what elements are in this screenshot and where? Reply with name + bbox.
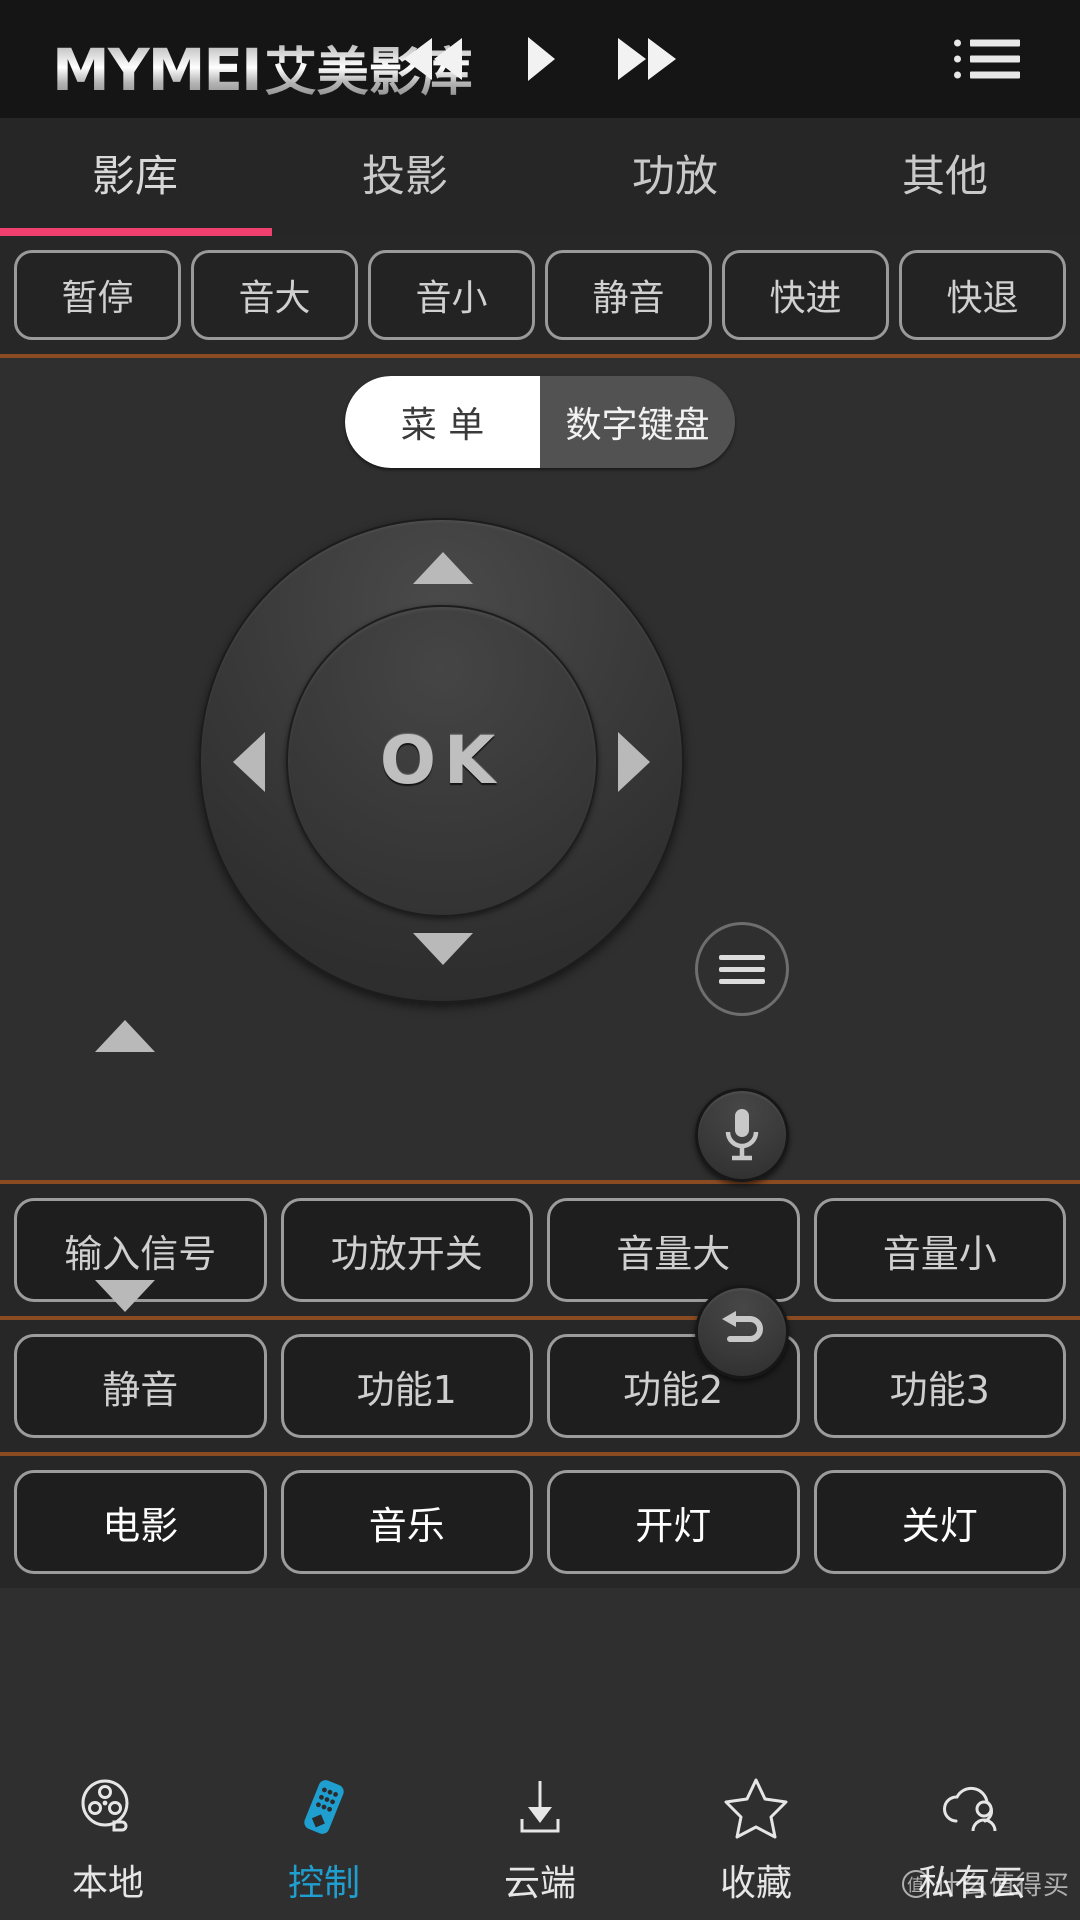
tab-bar: 影库 投影 功放 其他 — [0, 118, 1080, 236]
arrow-left-icon[interactable] — [233, 732, 265, 792]
button-lights-off[interactable]: 关灯 — [813, 1470, 1066, 1574]
nav-item-control[interactable]: 控制 — [216, 1772, 432, 1906]
hamburger-menu-icon[interactable] — [695, 922, 789, 1016]
watermark: 值 什么值得买 — [901, 1865, 1070, 1902]
star-icon — [721, 1772, 791, 1842]
app-root: MYMEI 艾美影库 影库 投影 功放 其他 暂停 音大 音小 静音 快进 快退… — [0, 0, 1080, 1920]
arrow-down-icon[interactable] — [413, 933, 473, 965]
app-header: MYMEI 艾美影库 — [0, 0, 1080, 118]
dpad-area: OK — [0, 490, 1080, 1379]
button-volume-up[interactable]: 音大 — [191, 250, 358, 340]
tab-touying[interactable]: 投影 — [270, 118, 540, 236]
tab-qita[interactable]: 其他 — [810, 118, 1080, 236]
ok-button[interactable]: OK — [285, 604, 598, 917]
amp-control-row-1: 输入信号 功放开关 音量大 音量小 — [0, 1184, 1080, 1316]
button-function-1[interactable]: 功能1 — [280, 1334, 533, 1438]
ok-button-label: OK — [379, 722, 504, 799]
menu-bar — [970, 55, 1020, 63]
amp-control-row-2: 静音 功能1 功能2 功能3 — [0, 1320, 1080, 1452]
transport-controls — [400, 34, 680, 84]
dpad-wheel: OK — [199, 518, 684, 1003]
film-reel-icon — [73, 1772, 143, 1842]
menu-dot — [954, 71, 961, 79]
hamburger-lines — [719, 948, 765, 991]
play-icon[interactable] — [522, 34, 558, 84]
list-menu-icon[interactable] — [954, 31, 1020, 88]
mode-toggle: 菜 单 数字键盘 — [345, 376, 735, 468]
button-function-3[interactable]: 功能3 — [813, 1334, 1066, 1438]
button-amp-power[interactable]: 功放开关 — [280, 1198, 533, 1302]
button-mute[interactable]: 静音 — [545, 250, 712, 340]
button-volume-up-large[interactable]: 音量大 — [547, 1198, 800, 1302]
download-icon — [505, 1772, 575, 1842]
menu-dot — [954, 39, 961, 47]
remote-control-icon — [289, 1772, 359, 1842]
button-volume-down[interactable]: 音小 — [368, 250, 535, 340]
arrow-right-icon[interactable] — [618, 732, 650, 792]
page-up-icon[interactable] — [95, 1020, 155, 1052]
scene-control-row: 电影 音乐 开灯 关灯 — [0, 1456, 1080, 1588]
nav-item-favorites[interactable]: 收藏 — [648, 1772, 864, 1906]
rewind-icon[interactable] — [400, 34, 466, 84]
tab-gongfang[interactable]: 功放 — [540, 118, 810, 236]
private-cloud-icon — [937, 1772, 1007, 1842]
toggle-numpad-mode[interactable]: 数字键盘 — [540, 376, 735, 468]
button-volume-down-large[interactable]: 音量小 — [813, 1198, 1066, 1302]
back-arrow-glyph — [722, 1311, 763, 1342]
arrow-up-icon[interactable] — [413, 552, 473, 584]
nav-item-cloud[interactable]: 云端 — [432, 1772, 648, 1906]
nav-label-local: 本地 — [71, 1863, 144, 1904]
menu-dot — [954, 55, 961, 63]
button-mute-2[interactable]: 静音 — [14, 1334, 267, 1438]
brand-logo-latin: MYMEI — [52, 36, 261, 104]
nav-label-favorites: 收藏 — [719, 1863, 792, 1904]
tab-yingku[interactable]: 影库 — [0, 118, 270, 236]
watermark-text: 什么值得买 — [934, 1871, 1070, 1901]
button-scene-music[interactable]: 音乐 — [280, 1470, 533, 1574]
watermark-mark: 值 — [901, 1869, 930, 1898]
bottom-spacer — [0, 1588, 1080, 1758]
toggle-menu-mode[interactable]: 菜 单 — [345, 376, 540, 468]
back-return-icon[interactable] — [695, 1285, 789, 1379]
transport-button-row: 暂停 音大 音小 静音 快进 快退 — [0, 236, 1080, 354]
nav-label-control: 控制 — [287, 1863, 360, 1904]
menu-bar — [970, 39, 1020, 47]
button-pause[interactable]: 暂停 — [14, 250, 181, 340]
nav-label-cloud: 云端 — [503, 1863, 576, 1904]
tab-active-indicator — [0, 228, 273, 236]
button-lights-on[interactable]: 开灯 — [547, 1470, 800, 1574]
button-fast-forward[interactable]: 快进 — [722, 250, 889, 340]
page-down-icon[interactable] — [95, 1280, 155, 1312]
menu-bar — [970, 71, 1020, 79]
microphone-icon[interactable] — [695, 1088, 789, 1182]
nav-item-local[interactable]: 本地 — [0, 1772, 216, 1906]
mode-toggle-wrap: 菜 单 数字键盘 — [0, 358, 1080, 490]
button-scene-movie[interactable]: 电影 — [14, 1470, 267, 1574]
fast-forward-icon[interactable] — [614, 34, 680, 84]
microphone-glyph — [725, 1109, 759, 1161]
button-rewind[interactable]: 快退 — [899, 250, 1066, 340]
